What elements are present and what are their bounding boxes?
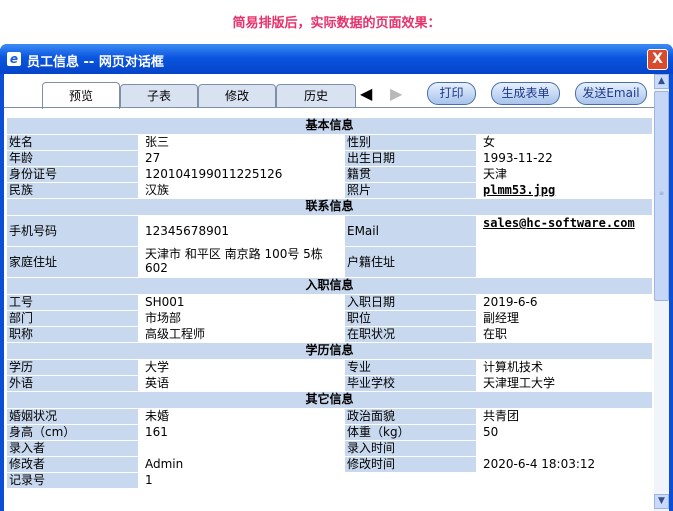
- scroll-up-icon[interactable]: ▲: [654, 74, 669, 89]
- tab-subtable[interactable]: 子表: [120, 84, 198, 107]
- dialog-window: e 员工信息 -- 网页对话框 X 预览 子表 修改 历史 ◀ ▶ 打印 生成表…: [0, 44, 673, 511]
- empno-value: SH001: [138, 294, 345, 311]
- degree-label: 学历: [6, 359, 139, 376]
- age-value: 27: [138, 150, 345, 167]
- hukou-label: 户籍住址: [344, 246, 477, 278]
- post-value: 副经理: [475, 310, 654, 327]
- height-label: 身高（cm）: [6, 424, 139, 441]
- age-label: 年龄: [6, 150, 139, 167]
- tab-history[interactable]: 历史: [276, 84, 356, 107]
- mod-time-value: 2020-6-4 18:03:12: [475, 456, 654, 473]
- title-label: 职称: [6, 326, 139, 343]
- send-email-button[interactable]: 发送Email: [575, 82, 647, 105]
- gender-label: 性别: [344, 134, 477, 151]
- marital-label: 婚姻状况: [6, 408, 139, 425]
- id-value: 120104199011225126: [138, 166, 345, 183]
- ethnic-label: 民族: [6, 182, 139, 199]
- dialog-content: 预览 子表 修改 历史 ◀ ▶ 打印 生成表单 发送Email 基本信息 姓名 …: [4, 74, 669, 511]
- status-label: 在职状况: [344, 326, 477, 343]
- generate-form-button[interactable]: 生成表单: [491, 82, 560, 105]
- hukou-value: [475, 246, 654, 278]
- email-label: EMail: [344, 215, 477, 247]
- entry-by-label: 录入者: [6, 440, 139, 457]
- name-value: 张三: [138, 134, 345, 151]
- title-bar[interactable]: e 员工信息 -- 网页对话框 X: [0, 44, 673, 74]
- major-value: 计算机技术: [475, 359, 654, 376]
- record-value: 1: [138, 472, 345, 489]
- entry-time-value: [475, 440, 654, 457]
- id-label: 身份证号: [6, 166, 139, 183]
- empno-label: 工号: [6, 294, 139, 311]
- record-label: 记录号: [6, 472, 139, 489]
- politics-label: 政治面貌: [344, 408, 477, 425]
- section-contact: 联系信息: [5, 198, 654, 216]
- record-preview: 基本信息 姓名 张三 性别 女 年龄 27 出生日期 1993-11-22 身份…: [5, 117, 654, 489]
- info-table: 基本信息 姓名 张三 性别 女 年龄 27 出生日期 1993-11-22 身份…: [5, 117, 654, 489]
- photo-link[interactable]: plmm53.jpg: [483, 183, 555, 197]
- mobile-label: 手机号码: [6, 215, 139, 247]
- scroll-thumb[interactable]: ≡: [654, 91, 669, 301]
- dept-value: 市场部: [138, 310, 345, 327]
- email-link[interactable]: sales@hc-software.com: [483, 216, 635, 230]
- entry-by-value: [138, 440, 345, 457]
- degree-value: 大学: [138, 359, 345, 376]
- grip-icon: ≡: [659, 190, 665, 197]
- mobile-value: 12345678901: [138, 215, 345, 247]
- page-caption: 简易排版后，实际数据的页面效果：: [232, 16, 441, 31]
- post-label: 职位: [344, 310, 477, 327]
- name-label: 姓名: [6, 134, 139, 151]
- major-label: 专业: [344, 359, 477, 376]
- tab-preview[interactable]: 预览: [42, 82, 120, 109]
- mod-by-value: Admin: [138, 456, 345, 473]
- birth-label: 出生日期: [344, 150, 477, 167]
- native-label: 籍贯: [344, 166, 477, 183]
- next-record-icon[interactable]: ▶: [390, 84, 402, 104]
- tab-underline: [4, 107, 654, 108]
- section-education: 学历信息: [5, 342, 654, 360]
- hire-value: 2019-6-6: [475, 294, 654, 311]
- marital-value: 未婚: [138, 408, 345, 425]
- entry-time-label: 录入时间: [344, 440, 477, 457]
- title-value: 高级工程师: [138, 326, 345, 343]
- section-other: 其它信息: [5, 391, 654, 409]
- ethnic-value: 汉族: [138, 182, 345, 199]
- section-job: 入职信息: [5, 277, 654, 295]
- mod-by-label: 修改者: [6, 456, 139, 473]
- photo-label: 照片: [344, 182, 477, 199]
- window-title: 员工信息 -- 网页对话框: [27, 55, 164, 70]
- close-button[interactable]: X: [647, 49, 668, 70]
- prev-record-icon[interactable]: ◀: [360, 84, 372, 104]
- vertical-scrollbar[interactable]: ▲ ≡ ▼: [654, 74, 669, 511]
- address-label: 家庭住址: [6, 246, 139, 278]
- scroll-down-icon[interactable]: ▼: [654, 494, 669, 509]
- weight-label: 体重（kg）: [344, 424, 477, 441]
- dept-label: 部门: [6, 310, 139, 327]
- weight-value: 50: [475, 424, 654, 441]
- gender-value: 女: [475, 134, 654, 151]
- lang-value: 英语: [138, 375, 345, 392]
- mod-time-label: 修改时间: [344, 456, 477, 473]
- school-label: 毕业学校: [344, 375, 477, 392]
- tab-bar: 预览 子表 修改 历史 ◀ ▶ 打印 生成表单 发送Email: [4, 74, 654, 110]
- section-basic: 基本信息: [5, 117, 654, 135]
- print-button[interactable]: 打印: [427, 82, 476, 105]
- native-value: 天津: [475, 166, 654, 183]
- politics-value: 共青团: [475, 408, 654, 425]
- birth-value: 1993-11-22: [475, 150, 654, 167]
- status-value: 在职: [475, 326, 654, 343]
- lang-label: 外语: [6, 375, 139, 392]
- school-value: 天津理工大学: [475, 375, 654, 392]
- ie-icon: e: [7, 52, 21, 66]
- hire-label: 入职日期: [344, 294, 477, 311]
- address-value: 天津市 和平区 南京路 100号 5栋 602: [138, 246, 345, 278]
- tab-edit[interactable]: 修改: [198, 84, 276, 107]
- height-value: 161: [138, 424, 345, 441]
